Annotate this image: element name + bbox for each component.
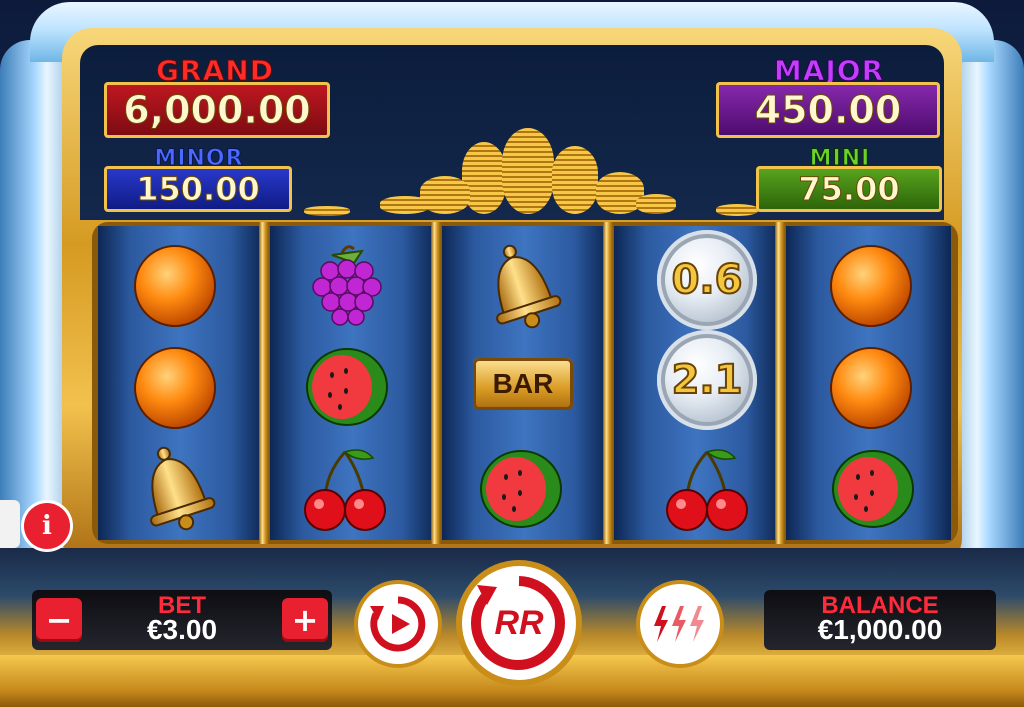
autoplay-button[interactable]: [358, 584, 438, 664]
minus-icon: −: [45, 601, 73, 639]
coin-value: 2.1: [657, 330, 757, 430]
coin-symbol: 2.1: [652, 330, 762, 430]
reel-divider: [603, 222, 613, 544]
coin-value: 0.6: [657, 230, 757, 330]
reel-divider: [431, 222, 441, 544]
turbo-icon: [654, 606, 704, 642]
spin-button[interactable]: RR: [462, 566, 576, 680]
mini-value: 75.00: [756, 166, 942, 212]
decrease-bet-button[interactable]: −: [36, 598, 82, 642]
orange-symbol: [120, 236, 230, 336]
info-button[interactable]: i: [24, 503, 70, 549]
reel-divider: [259, 222, 269, 544]
increase-bet-button[interactable]: +: [282, 598, 328, 642]
cherries-symbol: [652, 440, 762, 540]
bell-symbol: [466, 236, 576, 336]
reel-divider: [775, 222, 785, 544]
major-value-text: 450.00: [754, 88, 902, 133]
autoplay-icon: [370, 596, 426, 652]
orange-symbol: [120, 338, 230, 438]
coin-symbol: 0.6: [652, 230, 762, 330]
minor-value: 150.00: [104, 166, 292, 212]
side-tab: [0, 500, 20, 548]
bell-symbol: [120, 438, 230, 538]
grand-value: 6,000.00: [104, 82, 330, 138]
cherries-symbol: [290, 440, 400, 540]
bar-symbol: BAR: [468, 334, 578, 434]
grand-value-text: 6,000.00: [123, 88, 312, 133]
watermelon-symbol: [466, 438, 576, 538]
orange-symbol: [816, 236, 926, 336]
spin-logo: RR: [494, 603, 544, 642]
balance-panel: BALANCE €1,000.00: [764, 590, 996, 650]
minor-value-text: 150.00: [136, 170, 260, 209]
orange-symbol: [816, 338, 926, 438]
bar-symbol-label: BAR: [473, 358, 573, 410]
major-value: 450.00: [716, 82, 940, 138]
watermelon-symbol: [818, 438, 928, 538]
game-stage: GRAND 6,000.00 MINOR 150.00 MAJOR 450.00…: [0, 0, 1024, 707]
grapes-symbol: [292, 236, 402, 336]
turbo-button[interactable]: [640, 584, 720, 664]
watermelon-symbol: [292, 336, 402, 436]
mini-value-text: 75.00: [798, 170, 900, 209]
info-icon: i: [42, 511, 52, 541]
plus-icon: +: [291, 601, 319, 639]
balance-value: €1,000.00: [817, 614, 943, 645]
